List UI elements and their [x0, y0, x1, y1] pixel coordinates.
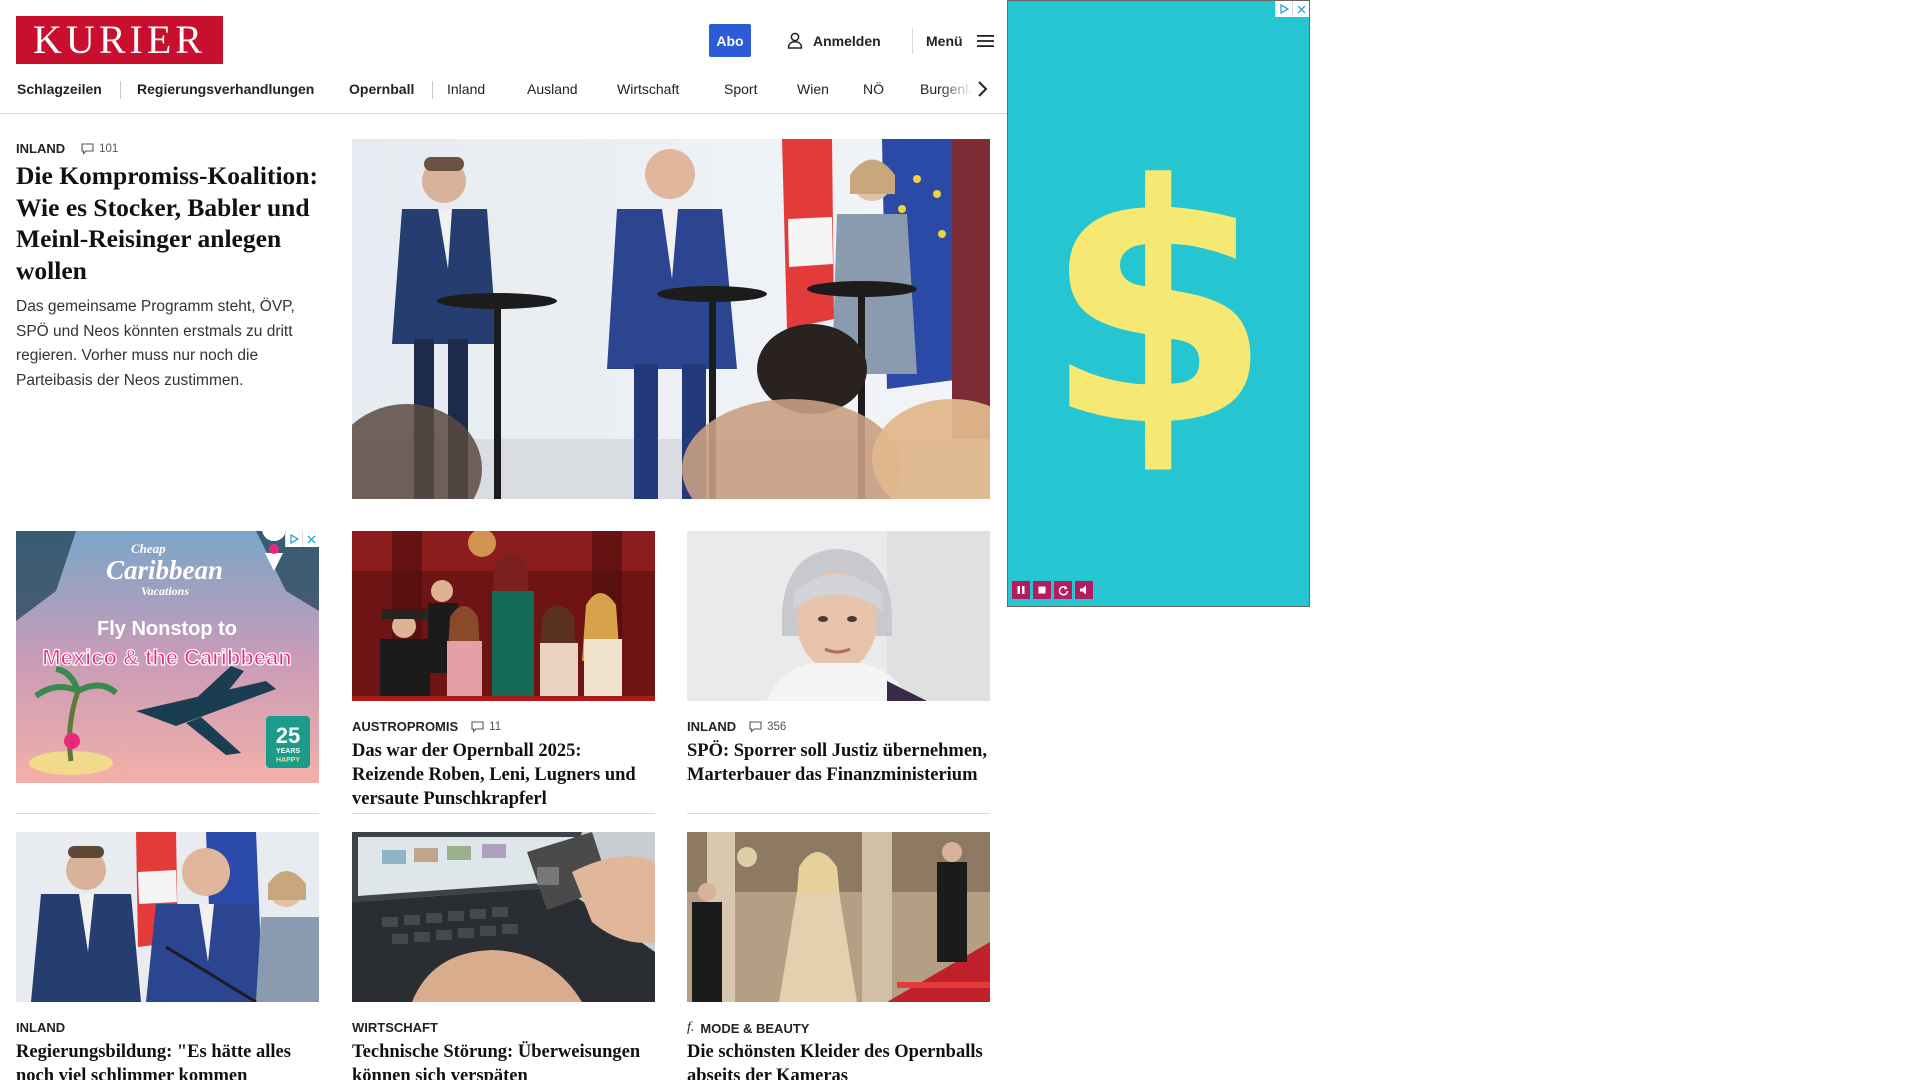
- ad-brand-line3: Vacations: [141, 584, 189, 598]
- article-headline[interactable]: Das war der Opernball 2025: Reizende Rob…: [352, 739, 655, 811]
- comment-icon: [749, 720, 762, 733]
- dollar-sign-graphic: $: [1043, 115, 1273, 499]
- article-headline[interactable]: Die schönsten Kleider des Opernballs abs…: [687, 1040, 990, 1080]
- article-section-label[interactable]: AUSTROPROMIS: [352, 719, 458, 734]
- politicians-photo: [16, 832, 319, 1002]
- header-divider: [912, 28, 913, 54]
- comment-count-value: 101: [99, 142, 119, 155]
- hamburger-icon: [976, 34, 994, 47]
- comment-count[interactable]: 356: [749, 721, 786, 733]
- ad-badge-text1: YEARS: [276, 748, 300, 755]
- article-image[interactable]: [16, 832, 319, 1002]
- article-section-label[interactable]: INLAND: [16, 1020, 65, 1035]
- article-kicker: AUSTROPROMIS 11: [352, 719, 501, 734]
- abo-button[interactable]: Abo: [709, 24, 751, 57]
- nav-item-noe[interactable]: NÖ: [863, 81, 884, 97]
- nav-separator: [432, 81, 433, 99]
- nav-item-inland[interactable]: Inland: [447, 81, 485, 97]
- replay-icon[interactable]: [1054, 581, 1072, 599]
- ad-tile-caribbean[interactable]: Cheap Caribbean Vacations Fly Nonstop to…: [16, 531, 319, 783]
- mute-icon[interactable]: [1075, 581, 1093, 599]
- article-headline[interactable]: Technische Störung: Überweisungen können…: [352, 1040, 655, 1080]
- lead-teaser[interactable]: Das gemeinsame Programm steht, ÖVP, SPÖ …: [16, 295, 316, 393]
- site-header: KURIER Abo Anmelden Menü Schlagzeilen Re…: [0, 0, 1008, 114]
- ad-choices[interactable]: [285, 531, 319, 547]
- divider: [16, 813, 319, 814]
- ad-brand-line1: Cheap: [131, 541, 166, 556]
- skyscraper-ad[interactable]: $: [1007, 0, 1310, 607]
- lead-section-label[interactable]: INLAND: [16, 141, 65, 156]
- nav-item-regierungsverhandlungen[interactable]: Regierungsverhandlungen: [137, 81, 314, 97]
- adchoices-icon[interactable]: [285, 531, 302, 547]
- ad-media-controls: [1012, 581, 1093, 599]
- ad-headline1: Fly Nonstop to: [97, 618, 237, 640]
- ad-dollar-symbol: $: [1043, 115, 1273, 499]
- article-kicker: f. MODE & BEAUTY: [687, 1020, 809, 1036]
- nav-separator: [120, 81, 121, 99]
- comment-icon: [81, 142, 94, 155]
- comment-count[interactable]: 101: [81, 143, 118, 155]
- nav-item-opernball[interactable]: Opernball: [349, 81, 414, 97]
- nav-item-ausland[interactable]: Ausland: [527, 81, 578, 97]
- article-section-label[interactable]: WIRTSCHAFT: [352, 1020, 438, 1035]
- kurier-logo[interactable]: KURIER: [16, 16, 223, 64]
- menu-label: Menü: [926, 32, 963, 49]
- article-image[interactable]: [352, 531, 655, 701]
- comment-icon: [471, 720, 484, 733]
- ad-choices[interactable]: [1275, 1, 1309, 17]
- adchoices-icon[interactable]: [1275, 1, 1292, 17]
- ballgown-photo: [687, 832, 990, 1002]
- stop-icon[interactable]: [1033, 581, 1051, 599]
- lead-headline[interactable]: Die Kompromiss-Koalition: Wie es Stocker…: [16, 160, 326, 286]
- pause-icon[interactable]: [1012, 581, 1030, 599]
- nav-item-wirtschaft[interactable]: Wirtschaft: [617, 81, 679, 97]
- article-section-label[interactable]: MODE & BEAUTY: [700, 1021, 809, 1036]
- chevron-right-icon[interactable]: [975, 80, 989, 98]
- opernball-photo: [352, 531, 655, 701]
- article-image[interactable]: [687, 531, 990, 701]
- divider: [352, 813, 655, 814]
- login-button[interactable]: Anmelden: [787, 24, 881, 57]
- article-image[interactable]: [687, 832, 990, 1002]
- close-icon[interactable]: [302, 531, 319, 547]
- ad-badge-number: 25: [276, 723, 300, 748]
- article-image[interactable]: [352, 832, 655, 1002]
- login-label: Anmelden: [813, 32, 881, 49]
- article-headline[interactable]: SPÖ: Sporrer soll Justiz übernehmen, Mar…: [687, 739, 990, 787]
- article-kicker: WIRTSCHAFT: [352, 1020, 438, 1035]
- close-icon[interactable]: [1292, 1, 1309, 17]
- article-kicker: INLAND: [16, 1020, 65, 1035]
- article-section-label[interactable]: INLAND: [687, 719, 736, 734]
- section-nav: Schlagzeilen Regierungsverhandlungen Ope…: [17, 78, 987, 100]
- comment-count-value: 11: [489, 720, 502, 733]
- divider: [687, 813, 990, 814]
- comment-count-value: 356: [767, 720, 787, 733]
- article-kicker: INLAND 356: [687, 719, 786, 734]
- menu-button[interactable]: Menü: [926, 24, 994, 57]
- nav-item-sport[interactable]: Sport: [724, 81, 757, 97]
- lead-image[interactable]: [352, 139, 990, 499]
- caribbean-ad-graphic: Cheap Caribbean Vacations Fly Nonstop to…: [16, 531, 319, 783]
- article-headline[interactable]: Regierungsbildung: "Es hätte alles noch …: [16, 1040, 319, 1080]
- nav-item-schlagzeilen[interactable]: Schlagzeilen: [17, 81, 102, 97]
- press-conference-photo: [352, 139, 990, 499]
- nav-item-wien[interactable]: Wien: [797, 81, 829, 97]
- laptop-payment-photo: [352, 832, 655, 1002]
- comment-count[interactable]: 11: [471, 721, 501, 733]
- freizeit-brand-mark: f.: [687, 1020, 695, 1035]
- user-icon: [787, 32, 803, 49]
- lead-kicker: INLAND 101: [16, 141, 118, 156]
- ad-brand-line2: Caribbean: [106, 555, 223, 585]
- ad-badge-text2: HAPPY: [276, 757, 300, 764]
- portrait-photo: [687, 531, 990, 701]
- ad-headline2: Mexico & the Caribbean: [42, 645, 291, 670]
